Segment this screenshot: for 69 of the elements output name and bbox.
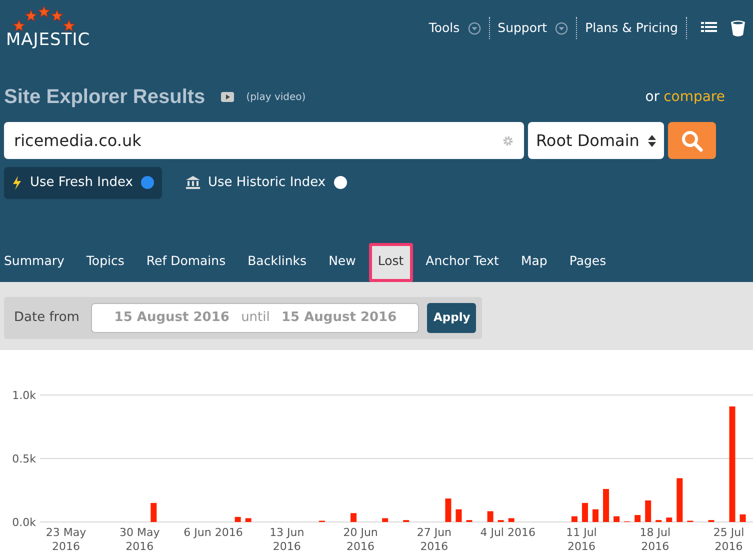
tab[interactable]: Anchor Text	[416, 241, 508, 282]
play-video-link[interactable]: (play video)	[246, 90, 306, 104]
tab[interactable]: Map	[512, 241, 556, 282]
building-icon	[186, 176, 200, 190]
date-from-label: Date from	[13, 309, 80, 328]
bar	[445, 498, 452, 522]
axis-label: 6 Jun 2016	[184, 526, 243, 539]
radio-button[interactable]	[140, 176, 154, 190]
bar	[456, 509, 462, 522]
axis-label: 13 Jun 2016	[270, 526, 304, 553]
nav-link[interactable]: Support	[498, 18, 548, 38]
axis-label: 4 Jul 2016	[480, 526, 536, 539]
bar	[645, 500, 652, 522]
compare-link[interactable]: compare	[664, 86, 725, 108]
bar	[614, 516, 620, 522]
bar	[487, 511, 494, 522]
axis-label: 18 Jul 2016	[640, 526, 670, 553]
search-icon	[681, 130, 703, 152]
bar	[234, 516, 241, 522]
bar	[634, 515, 641, 522]
radio-button[interactable]	[334, 176, 347, 190]
axis-label: 0.0k	[12, 516, 36, 529]
bar	[382, 518, 388, 522]
axis-label: 23 May 2016	[46, 526, 86, 553]
apply-button[interactable]: Apply	[427, 303, 476, 333]
index-option[interactable]: Use Fresh Index	[4, 167, 162, 198]
bar	[740, 514, 746, 522]
bar	[666, 518, 672, 522]
axis-label: 27 Jun 2016	[416, 526, 452, 553]
dropdown-icon[interactable]	[468, 22, 481, 34]
bar	[676, 478, 683, 522]
nav-link[interactable]: Plans & Pricing	[585, 18, 678, 38]
axis-label: 30 May 2016	[120, 526, 160, 553]
search-field[interactable]: ricemedia.co.uk	[4, 122, 524, 159]
cup-icon[interactable]	[731, 20, 745, 36]
search-button[interactable]	[668, 122, 716, 159]
bar	[350, 513, 357, 522]
dropdown-icon[interactable]	[555, 22, 568, 34]
bar	[508, 518, 514, 522]
bar	[592, 509, 598, 522]
bar	[571, 516, 578, 522]
axis-label: 20 Jun 2016	[343, 526, 378, 553]
bar	[150, 502, 157, 522]
stars-icon	[11, 6, 77, 32]
axis-label: 0.5k	[12, 452, 36, 466]
axis-label: 11 Jul 2016	[566, 526, 597, 553]
caret-icon	[648, 134, 656, 148]
or-label: or	[645, 88, 660, 106]
video-icon[interactable]	[221, 92, 234, 102]
list-icon[interactable]	[701, 21, 717, 35]
scope-select[interactable]: Root Domain	[528, 122, 664, 159]
tab[interactable]: Lost	[368, 243, 413, 282]
nav-link[interactable]: Tools	[428, 18, 460, 38]
index-option[interactable]: Use Historic Index	[178, 167, 355, 198]
tab[interactable]: Backlinks	[238, 241, 316, 282]
bar	[582, 502, 588, 522]
bar	[245, 518, 252, 522]
tab[interactable]: Summary	[0, 241, 74, 282]
axis-label: 25 Jul 2016	[713, 526, 744, 553]
bar	[603, 488, 610, 522]
lightning-icon	[12, 176, 22, 190]
tab[interactable]: New	[320, 241, 365, 282]
settings-icon[interactable]	[502, 134, 514, 146]
tab[interactable]: Ref Domains	[137, 241, 235, 282]
tab[interactable]: Topics	[77, 241, 134, 282]
page-title: Site Explorer Results	[4, 85, 206, 110]
logo-text[interactable]: MAJESTIC	[6, 32, 90, 49]
axis-label: 1.0k	[12, 389, 36, 402]
tab[interactable]: Pages	[560, 241, 616, 282]
